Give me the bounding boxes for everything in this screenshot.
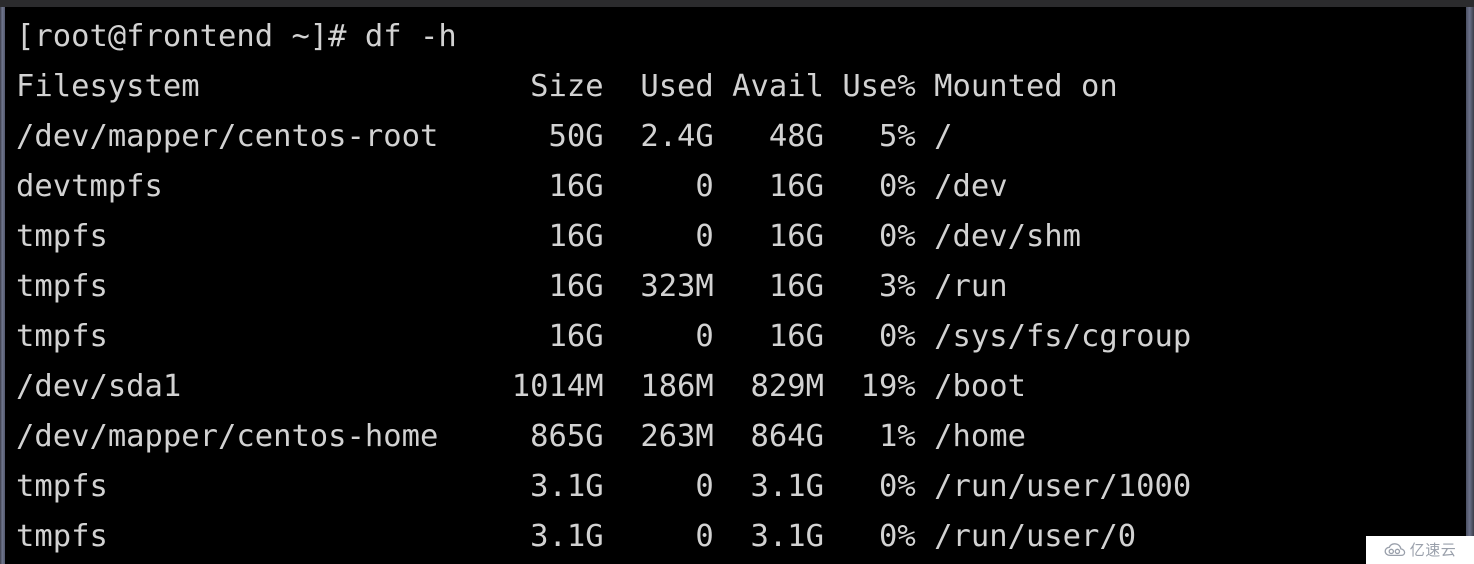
table-row: /dev/mapper/centos-root 50G 2.4G 48G 5% … xyxy=(16,119,953,154)
table-row: tmpfs 16G 323M 16G 3% /run xyxy=(16,269,1008,304)
window-titlebar xyxy=(0,0,1474,7)
table-row: devtmpfs 16G 0 16G 0% /dev xyxy=(16,169,1008,204)
df-table-header: Filesystem Size Used Avail Use% Mounted … xyxy=(16,69,1118,104)
table-row: tmpfs 3.1G 0 3.1G 0% /run/user/0 xyxy=(16,519,1137,554)
table-row: /dev/mapper/centos-home 865G 263M 864G 1… xyxy=(16,419,1026,454)
terminal-output-area[interactable]: [root@frontend ~]# df -h Filesystem Size… xyxy=(5,7,1466,564)
window-border-right xyxy=(1466,7,1474,564)
terminal-prompt-line: [root@frontend ~]# df -h xyxy=(16,19,457,54)
table-row: tmpfs 16G 0 16G 0% /dev/shm xyxy=(16,219,1082,254)
table-row: tmpfs 3.1G 0 3.1G 0% /run/user/1000 xyxy=(16,469,1192,504)
table-row: tmpfs 16G 0 16G 0% /sys/fs/cgroup xyxy=(16,319,1192,354)
table-row: /dev/sda1 1014M 186M 829M 19% /boot xyxy=(16,369,1026,404)
terminal-window: [root@frontend ~]# df -h Filesystem Size… xyxy=(0,0,1474,564)
watermark-text: 亿速云 xyxy=(1409,540,1457,559)
cloud-icon xyxy=(1384,543,1406,557)
watermark: 亿速云 xyxy=(1366,536,1474,564)
